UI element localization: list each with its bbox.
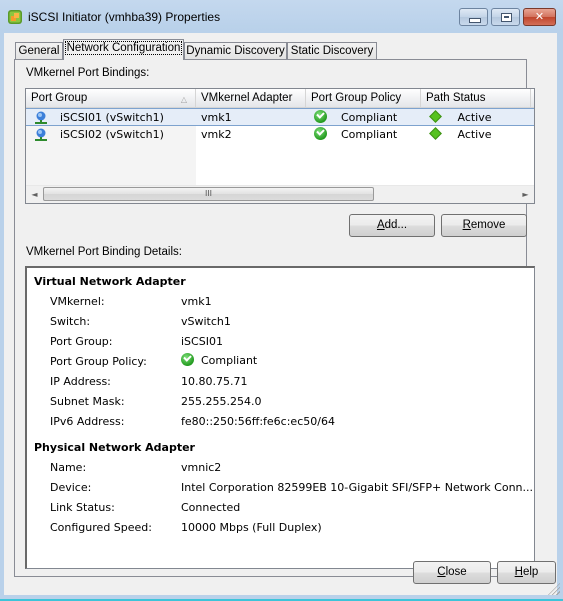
button-label: Remove — [462, 219, 506, 231]
active-status-icon — [429, 127, 442, 140]
network-configuration-panel: VMkernel Port Bindings: Port Group △ VMk… — [14, 59, 535, 577]
list-row[interactable]: iSCSI02 (vSwitch1) vmk2 Compliant Active — [26, 126, 534, 144]
scrollbar-thumb[interactable]: III — [43, 187, 374, 201]
title-bar[interactable]: iSCSI Initiator (vmhba39) Properties ✕ — [0, 0, 563, 33]
policy-cell: Compliant — [314, 126, 397, 144]
minimize-button[interactable] — [459, 8, 488, 26]
list-row[interactable]: iSCSI01 (vSwitch1) vmk1 Compliant Active — [26, 108, 534, 126]
minimize-icon — [469, 18, 481, 23]
vsphere-app-icon — [8, 10, 22, 24]
port-bindings-label: VMkernel Port Bindings: — [26, 67, 150, 79]
scroll-left-icon[interactable]: ◄ — [26, 186, 43, 203]
scroll-right-icon[interactable]: ► — [517, 186, 534, 203]
adapter-cell: vmk1 — [201, 111, 232, 124]
column-label: Port Group Policy — [311, 92, 402, 104]
compliant-check-icon — [314, 127, 327, 140]
port-group-icon — [35, 111, 47, 124]
compliant-check-icon — [181, 353, 194, 366]
column-label: VMkernel Adapter — [201, 92, 293, 104]
horizontal-scrollbar[interactable]: ◄ III ► — [26, 185, 534, 203]
maximize-icon — [501, 13, 512, 22]
detail-label: Port Group: — [50, 335, 113, 348]
detail-label: IP Address: — [50, 375, 111, 388]
detail-value-subnet: 255.255.254.0 — [181, 395, 262, 408]
port-group-icon — [35, 128, 47, 141]
adapter-cell: vmk2 — [201, 128, 232, 141]
port-group-cell: iSCSI01 (vSwitch1) — [60, 111, 164, 124]
port-bindings-list[interactable]: Port Group △ VMkernel Adapter Port Group… — [25, 88, 535, 204]
active-status-icon — [429, 110, 442, 123]
detail-value-ip: 10.80.75.71 — [181, 375, 248, 388]
detail-value-link-status: Connected — [181, 501, 241, 514]
policy-cell: Compliant — [314, 109, 397, 127]
binding-details-label: VMkernel Port Binding Details: — [26, 246, 182, 258]
detail-value-switch: vSwitch1 — [181, 315, 231, 328]
detail-label: Switch: — [50, 315, 91, 328]
detail-value-policy: Compliant — [181, 353, 257, 367]
column-label: Path Status — [426, 92, 486, 104]
detail-value-speed: 10000 Mbps (Full Duplex) — [181, 521, 322, 534]
detail-label: Link Status: — [50, 501, 115, 514]
remove-binding-button[interactable]: Remove — [441, 214, 527, 237]
window-title: iSCSI Initiator (vmhba39) Properties — [28, 10, 221, 24]
status-cell: Active — [429, 126, 492, 144]
tab-label: General — [18, 45, 60, 57]
binding-details-panel: Virtual Network Adapter VMkernel: vmk1 S… — [25, 266, 535, 569]
tab-label: Static Discovery — [290, 45, 374, 57]
properties-dialog: iSCSI Initiator (vmhba39) Properties ✕ G… — [0, 0, 563, 601]
virtual-adapter-heading: Virtual Network Adapter — [34, 275, 186, 288]
button-label: Close — [437, 566, 467, 578]
tab-network-configuration[interactable]: Network Configuration — [63, 39, 184, 60]
close-icon: ✕ — [534, 10, 545, 23]
detail-label: IPv6 Address: — [50, 415, 125, 428]
detail-label: Name: — [50, 461, 87, 474]
tab-general[interactable]: General — [15, 42, 63, 59]
tab-label: Dynamic Discovery — [186, 45, 285, 57]
status-text: Active — [457, 111, 492, 124]
column-header-port-group-policy[interactable]: Port Group Policy — [306, 89, 421, 107]
detail-value-device: Intel Corporation 82599EB 10-Gigabit SFI… — [181, 481, 534, 494]
add-binding-button[interactable]: Add... — [349, 214, 435, 237]
detail-label: Port Group Policy: — [50, 355, 147, 368]
detail-label: VMkernel: — [50, 295, 105, 308]
detail-value-port-group: iSCSI01 — [181, 335, 223, 348]
tab-dynamic-discovery[interactable]: Dynamic Discovery — [184, 42, 287, 59]
policy-text: Compliant — [341, 128, 398, 141]
close-button[interactable]: Close — [413, 561, 491, 584]
help-button[interactable]: Help — [497, 561, 556, 584]
column-header-port-group[interactable]: Port Group △ — [26, 89, 196, 107]
detail-label: Configured Speed: — [50, 521, 152, 534]
detail-label: Device: — [50, 481, 92, 494]
button-label: Help — [514, 566, 539, 578]
close-window-button[interactable]: ✕ — [523, 8, 556, 26]
thumb-grip-icon: III — [204, 189, 213, 198]
compliant-check-icon — [314, 110, 327, 123]
column-header-vmkernel-adapter[interactable]: VMkernel Adapter — [196, 89, 306, 107]
port-group-cell: iSCSI02 (vSwitch1) — [60, 128, 164, 141]
physical-adapter-heading: Physical Network Adapter — [34, 441, 195, 454]
column-header-path-status[interactable]: Path Status — [421, 89, 531, 107]
policy-text: Compliant — [201, 354, 258, 367]
detail-value-name: vmnic2 — [181, 461, 222, 474]
tab-static-discovery[interactable]: Static Discovery — [287, 42, 377, 59]
dialog-client-area: General Network Configuration Dynamic Di… — [4, 33, 557, 595]
tab-label: Network Configuration — [64, 41, 183, 55]
button-label: Add... — [376, 219, 408, 231]
column-label: Port Group — [31, 92, 88, 104]
status-cell: Active — [429, 109, 492, 127]
detail-value-ipv6: fe80::250:56ff:fe6c:ec50/64 — [181, 415, 335, 428]
detail-label: Subnet Mask: — [50, 395, 125, 408]
maximize-button[interactable] — [491, 8, 520, 26]
policy-text: Compliant — [341, 111, 398, 124]
status-text: Active — [457, 128, 492, 141]
detail-value-vmkernel: vmk1 — [181, 295, 212, 308]
list-header: Port Group △ VMkernel Adapter Port Group… — [26, 89, 534, 108]
sort-ascending-icon: △ — [180, 95, 187, 104]
